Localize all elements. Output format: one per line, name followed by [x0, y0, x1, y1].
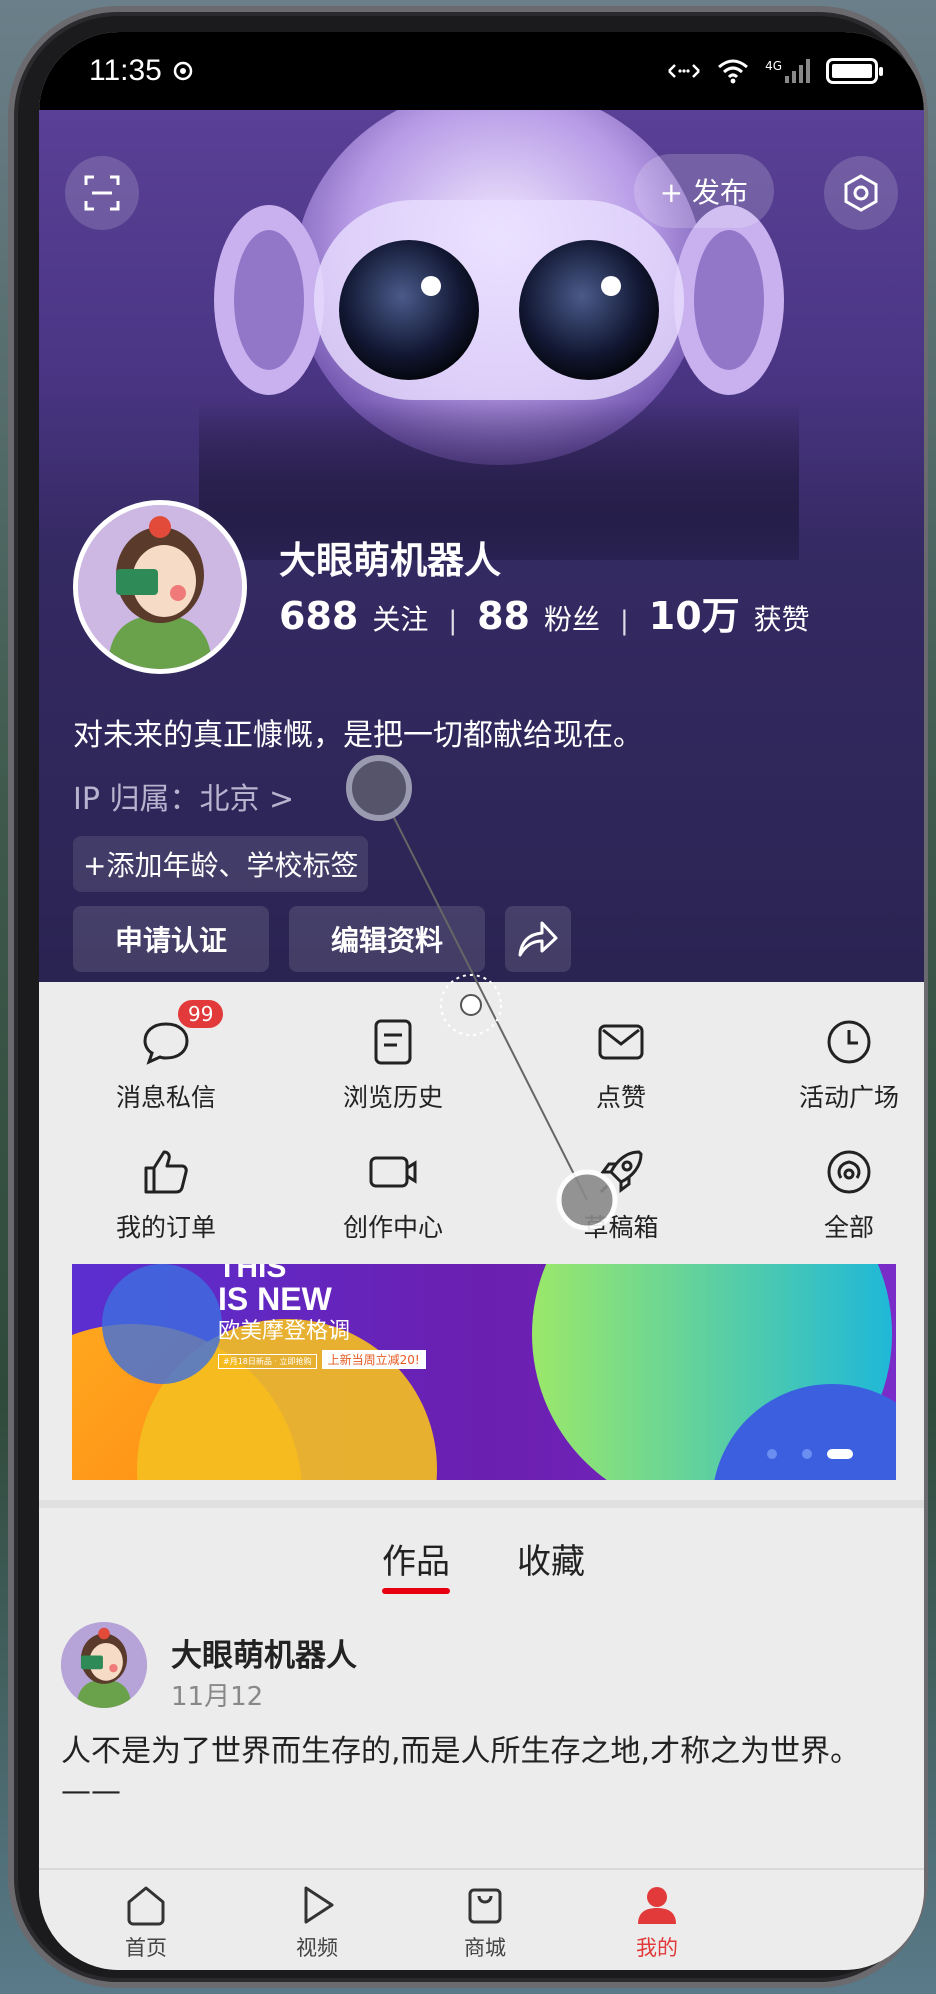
- grid-item-label: 我的订单: [115, 1213, 216, 1242]
- grid-item-creator-center[interactable]: 创作中心: [303, 1146, 483, 1244]
- grid-item-label: 创作中心: [342, 1213, 443, 1242]
- rocket-icon: [599, 1150, 643, 1194]
- grid-item-label: 点赞: [595, 1083, 646, 1112]
- share-button[interactable]: [505, 906, 571, 972]
- message-badge: 99: [176, 998, 226, 1030]
- wifi-icon: [718, 59, 749, 84]
- video-camera-icon: [369, 1156, 417, 1188]
- following-label[interactable]: 关注: [372, 598, 428, 638]
- grid-item-label: 消息私信: [115, 1083, 216, 1112]
- grid-item-events[interactable]: 活动广场: [759, 1016, 924, 1114]
- grid-item-history[interactable]: 浏览历史: [303, 1016, 483, 1114]
- avatar-girl-illustration: [78, 505, 242, 669]
- settings-hexagon-icon: [844, 174, 878, 212]
- clock-icon: [827, 1020, 871, 1064]
- tab-works[interactable]: 作品: [382, 1534, 450, 1583]
- banner-graphic: [72, 1264, 896, 1480]
- scan-button[interactable]: [65, 156, 139, 230]
- nav-label: 视频: [296, 1936, 338, 1960]
- nav-label: 我的: [636, 1936, 678, 1960]
- status-time: 11:35: [89, 54, 162, 87]
- stats-divider: |: [448, 606, 458, 636]
- profile-bio: 对未来的真正慷慨，是把一切都献给现在。: [73, 718, 643, 753]
- location-icon: [173, 61, 193, 81]
- screen: 11:35 4G + 发布 大眼萌机器人 688 关注 | 88 粉丝 | 10…: [39, 32, 924, 1970]
- post-text: 人不是为了世界而生存的,而是人所生存之地,才称之为世界。——: [61, 1734, 861, 1809]
- thumbs-up-icon: [144, 1150, 188, 1194]
- likes-label: 获赞: [753, 603, 810, 636]
- settings-button[interactable]: [824, 156, 898, 230]
- share-icon: [518, 921, 558, 957]
- grid-item-all[interactable]: 全部: [759, 1146, 924, 1244]
- nav-home[interactable]: 首页: [96, 1882, 196, 1962]
- broadcast-icon: [827, 1150, 871, 1194]
- likes-count: 10万: [648, 594, 740, 638]
- post-card[interactable]: 大眼萌机器人 11月12 人不是为了世界而生存的,而是人所生存之地,才称之为世界…: [39, 1602, 924, 1852]
- grid-item-label: 全部: [823, 1213, 874, 1242]
- banner-line4: #月18日新品 · 立即抢购: [218, 1354, 317, 1369]
- scan-icon: [84, 175, 120, 211]
- grid-item-likes[interactable]: 点赞: [531, 1016, 711, 1114]
- post-date: 11月12: [171, 1682, 264, 1712]
- add-tag-chip[interactable]: +添加年龄、学校标签: [73, 836, 369, 892]
- stats-divider: |: [620, 606, 629, 636]
- publish-button[interactable]: + 发布: [633, 154, 774, 228]
- grid-item-label: 草稿箱: [583, 1213, 659, 1242]
- tab-active-indicator: [382, 1588, 450, 1594]
- followers-count[interactable]: 88: [477, 594, 530, 638]
- ip-location-link[interactable]: IP 归属：北京 >: [73, 774, 294, 818]
- status-bar: 11:35 4G: [39, 32, 924, 110]
- following-count[interactable]: 688: [279, 594, 358, 638]
- promo-banner[interactable]: THIS IS NEW 欧美摩登格调 #月18日新品 · 立即抢购 上新当周立减…: [72, 1264, 896, 1480]
- nav-label: 商城: [464, 1936, 506, 1960]
- profile-username: 大眼萌机器人: [279, 539, 501, 582]
- banner-line5: 上新当周立减20!: [321, 1350, 426, 1369]
- grid-item-drafts[interactable]: 草稿箱: [531, 1146, 711, 1244]
- nav-video[interactable]: 视频: [267, 1882, 367, 1962]
- content-tabs: 作品 收藏: [39, 1500, 924, 1600]
- banner-line3: 欧美摩登格调: [218, 1319, 351, 1344]
- user-icon: [638, 1887, 676, 1924]
- edit-profile-button[interactable]: 编辑资料: [289, 906, 485, 972]
- grid-item-orders[interactable]: 我的订单: [76, 1146, 256, 1244]
- profile-stats: 688 关注 | 88 粉丝 | 10万 获赞: [279, 585, 810, 640]
- data-transfer-icon: [668, 64, 700, 78]
- nav-me[interactable]: 我的: [607, 1882, 707, 1962]
- phone-frame: 11:35 4G + 发布 大眼萌机器人 688 关注 | 88 粉丝 | 10…: [8, 6, 928, 1988]
- bottom-nav: 首页 视频 商城 我的: [39, 1868, 924, 1970]
- document-icon: [374, 1019, 412, 1065]
- play-icon: [304, 1886, 334, 1924]
- grid-item-label: 活动广场: [798, 1083, 899, 1112]
- signal-icon: [785, 59, 810, 83]
- shopping-bag-icon: [468, 1888, 502, 1924]
- battery-icon: [826, 58, 883, 84]
- post-author: 大眼萌机器人: [171, 1638, 357, 1674]
- banner-line2: IS NEW: [218, 1281, 332, 1317]
- grid-item-label: 浏览历史: [342, 1083, 443, 1112]
- nav-label: 首页: [125, 1936, 167, 1960]
- mail-icon: [598, 1024, 644, 1060]
- avatar[interactable]: [73, 500, 247, 674]
- nav-mall[interactable]: 商城: [435, 1882, 535, 1962]
- tab-favorites[interactable]: 收藏: [517, 1534, 585, 1583]
- post-avatar[interactable]: [61, 1622, 147, 1708]
- banner-line1: THIS: [218, 1264, 287, 1284]
- grid-item-messages[interactable]: 99 消息私信: [76, 998, 256, 1114]
- network-type: 4G: [765, 59, 782, 73]
- profile-header: + 发布 大眼萌机器人 688 关注 | 88 粉丝 | 10万 获赞 对未来的…: [39, 110, 924, 982]
- home-icon: [127, 1886, 165, 1926]
- banner-text: THIS IS NEW 欧美摩登格调 #月18日新品 · 立即抢购 上新当周立减…: [218, 1264, 426, 1369]
- verify-button[interactable]: 申请认证: [73, 906, 269, 972]
- followers-label[interactable]: 粉丝: [544, 598, 600, 638]
- avatar-girl-illustration: [61, 1622, 147, 1708]
